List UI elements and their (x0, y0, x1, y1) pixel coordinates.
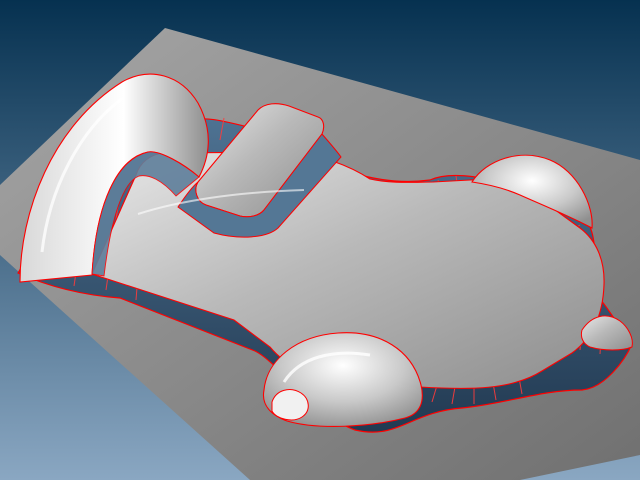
front-small-cap[interactable] (271, 389, 309, 421)
cad-3d-viewport[interactable] (0, 0, 640, 480)
rendered-mold-scene[interactable] (0, 0, 640, 480)
